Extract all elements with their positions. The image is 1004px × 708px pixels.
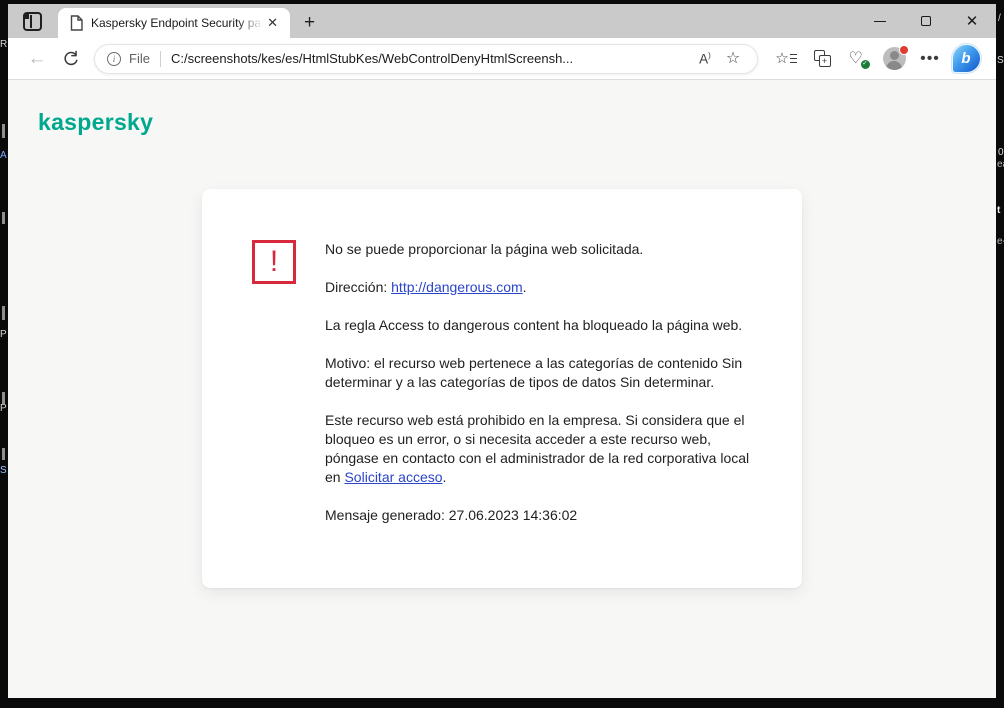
address-line: Dirección: http://dangerous.com. <box>325 278 754 297</box>
collections-icon: + <box>814 50 831 67</box>
kaspersky-logo: kaspersky <box>38 109 153 136</box>
rule-line: La regla Access to dangerous content ha … <box>325 316 754 335</box>
generated-timestamp: Mensaje generado: 27.06.2023 14:36:02 <box>325 506 754 525</box>
block-message-card: ! No se puede proporcionar la página web… <box>202 189 802 588</box>
profile-notification-dot <box>899 45 909 55</box>
background-window-fragment: / <box>998 14 1001 24</box>
back-button[interactable]: ← <box>20 43 54 75</box>
tab-close-icon[interactable]: ✕ <box>263 14 282 32</box>
browser-window: Kaspersky Endpoint Security para ✕ + ✕ ←… <box>8 4 996 698</box>
window-edge-artifact <box>2 448 5 460</box>
refresh-icon <box>62 50 80 68</box>
background-window-fragment: e- <box>997 237 1004 247</box>
page-content: kaspersky ! No se puede proporcionar la … <box>8 80 996 698</box>
window-edge-artifact <box>2 212 5 224</box>
settings-menu-button[interactable]: ••• <box>912 43 948 75</box>
collections-button[interactable]: + <box>804 43 840 75</box>
background-window-fragment: 0 <box>998 148 1004 158</box>
background-window-fragment: Sk <box>997 56 1004 66</box>
block-title: No se puede proporcionar la página web s… <box>325 240 754 259</box>
favorite-star-icon: ☆ <box>726 51 740 67</box>
minimize-button[interactable] <box>864 6 896 36</box>
read-aloud-icon: A) <box>699 51 711 67</box>
bing-icon: b <box>952 44 981 73</box>
address-bar[interactable]: i File C:/screenshots/kes/es/HtmlStubKes… <box>94 44 758 74</box>
bing-chat-button[interactable]: b <box>948 43 984 75</box>
background-window-fragment: S <box>0 466 7 476</box>
browser-essentials-icon: ♡ ✓ <box>849 50 868 67</box>
request-line: Este recurso web está prohibido en la em… <box>325 411 754 487</box>
browser-essentials-button[interactable]: ♡ ✓ <box>840 43 876 75</box>
background-window-fragment: t <box>997 206 1000 216</box>
background-window-fragment: P <box>0 404 7 414</box>
favorites-hub-button[interactable]: ☆ <box>768 43 804 75</box>
background-window-fragment: A <box>0 151 7 161</box>
profile-button[interactable] <box>876 43 912 75</box>
site-info-icon[interactable]: i <box>107 52 121 66</box>
back-arrow-icon: ← <box>28 49 47 68</box>
refresh-button[interactable] <box>54 43 88 75</box>
window-edge-artifact <box>2 124 5 138</box>
url-text[interactable]: C:/screenshots/kes/es/HtmlStubKes/WebCon… <box>171 51 691 66</box>
reason-line: Motivo: el recurso web pertenece a las c… <box>325 354 754 392</box>
window-edge-artifact <box>2 392 5 404</box>
tab-actions-menu-icon[interactable] <box>23 12 42 31</box>
ellipsis-icon: ••• <box>920 50 940 68</box>
page-document-icon <box>70 15 83 31</box>
address-divider <box>160 51 161 67</box>
health-check-badge: ✓ <box>861 60 870 69</box>
desktop-background: { "window": { "tab": { "title": "Kaspers… <box>0 0 1004 708</box>
url-scheme-label: File <box>129 51 150 66</box>
add-favorite-button[interactable]: ☆ <box>719 46 747 72</box>
close-button[interactable]: ✕ <box>956 6 988 36</box>
maximize-button[interactable] <box>910 6 942 36</box>
request-access-link[interactable]: Solicitar acceso <box>344 469 442 485</box>
close-icon: ✕ <box>966 14 979 29</box>
window-controls: ✕ <box>850 4 988 38</box>
window-edge-artifact <box>2 306 5 320</box>
maximize-icon <box>921 16 931 26</box>
background-window-fragment: R <box>0 40 7 50</box>
toolbar-right-group: ☆ + ♡ ✓ <box>768 43 984 75</box>
browser-toolbar: ← i File C:/screenshots/kes/es/HtmlStubK… <box>8 38 996 80</box>
background-window-fragment: P <box>0 330 7 340</box>
minimize-icon <box>874 21 886 22</box>
tab-title: Kaspersky Endpoint Security para <box>91 16 263 30</box>
tab-bar: Kaspersky Endpoint Security para ✕ + ✕ <box>8 4 996 38</box>
warning-icon: ! <box>252 240 296 284</box>
background-window-fragment: ea <box>997 160 1004 170</box>
browser-tab[interactable]: Kaspersky Endpoint Security para ✕ <box>58 8 290 38</box>
favorites-hub-icon: ☆ <box>775 51 796 66</box>
blocked-url-link[interactable]: http://dangerous.com <box>391 279 523 295</box>
read-aloud-button[interactable]: A) <box>691 46 719 72</box>
new-tab-button[interactable]: + <box>304 13 315 32</box>
